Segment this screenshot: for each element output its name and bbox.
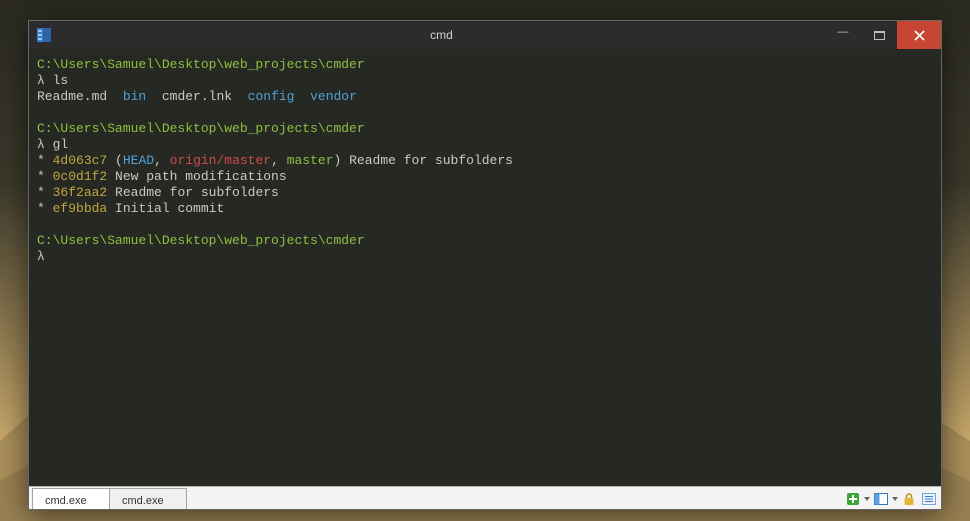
maximize-button[interactable] [861, 21, 897, 49]
prompt-path: C:\Users\Samuel\Desktop\web_projects\cmd… [37, 233, 365, 248]
log-msg: New path modifications [107, 169, 286, 184]
close-button[interactable] [897, 21, 941, 49]
terminal-output[interactable]: C:\Users\Samuel\Desktop\web_projects\cmd… [29, 49, 941, 486]
app-window: cmd — C:\Users\Samuel\Desktop\web_projec… [28, 20, 942, 510]
log-star: * [37, 169, 45, 184]
prompt-path: C:\Users\Samuel\Desktop\web_projects\cmd… [37, 121, 365, 136]
window-controls: — [825, 21, 941, 49]
tab-strip: cmd.exe cmd.exe [32, 488, 186, 509]
log-hash: 0c0d1f2 [53, 169, 108, 184]
command: gl [53, 137, 69, 152]
prompt-path: C:\Users\Samuel\Desktop\web_projects\cmd… [37, 57, 365, 72]
panel-dropdown[interactable] [892, 491, 898, 507]
minimize-button[interactable]: — [825, 21, 861, 49]
prompt-lambda: λ [37, 137, 45, 152]
log-star: * [37, 153, 45, 168]
app-icon [35, 27, 52, 44]
log-hash: 4d063c7 [53, 153, 108, 168]
titlebar[interactable]: cmd — [29, 21, 941, 49]
log-ref-origin: origin/master [170, 153, 271, 168]
ls-dir: vendor [310, 89, 357, 104]
log-msg: Initial commit [107, 201, 224, 216]
log-star: * [37, 185, 45, 200]
statusbar: cmd.exe cmd.exe [29, 486, 941, 509]
window-title: cmd [58, 28, 825, 42]
log-ref-master: master [287, 153, 334, 168]
ls-file: Readme.md [37, 89, 107, 104]
tab-cmd[interactable]: cmd.exe [109, 488, 187, 509]
log-msg: Readme for subfolders [349, 153, 513, 168]
tab-cmd[interactable]: cmd.exe [32, 488, 110, 509]
log-star: * [37, 201, 45, 216]
prompt-lambda: λ [37, 73, 45, 88]
log-msg: Readme for subfolders [107, 185, 279, 200]
prompt-lambda: λ [37, 249, 45, 264]
ls-dir: config [248, 89, 295, 104]
menu-icon[interactable] [920, 491, 938, 507]
panel-icon[interactable] [872, 491, 890, 507]
ls-dir: bin [123, 89, 146, 104]
ls-file: cmder.lnk [162, 89, 232, 104]
log-hash: 36f2aa2 [53, 185, 108, 200]
command: ls [53, 73, 69, 88]
lock-icon[interactable] [900, 491, 918, 507]
new-tab-dropdown[interactable] [864, 491, 870, 507]
new-tab-icon[interactable] [844, 491, 862, 507]
log-hash: ef9bbda [53, 201, 108, 216]
status-icons [844, 491, 938, 509]
log-ref-head: HEAD [123, 153, 154, 168]
